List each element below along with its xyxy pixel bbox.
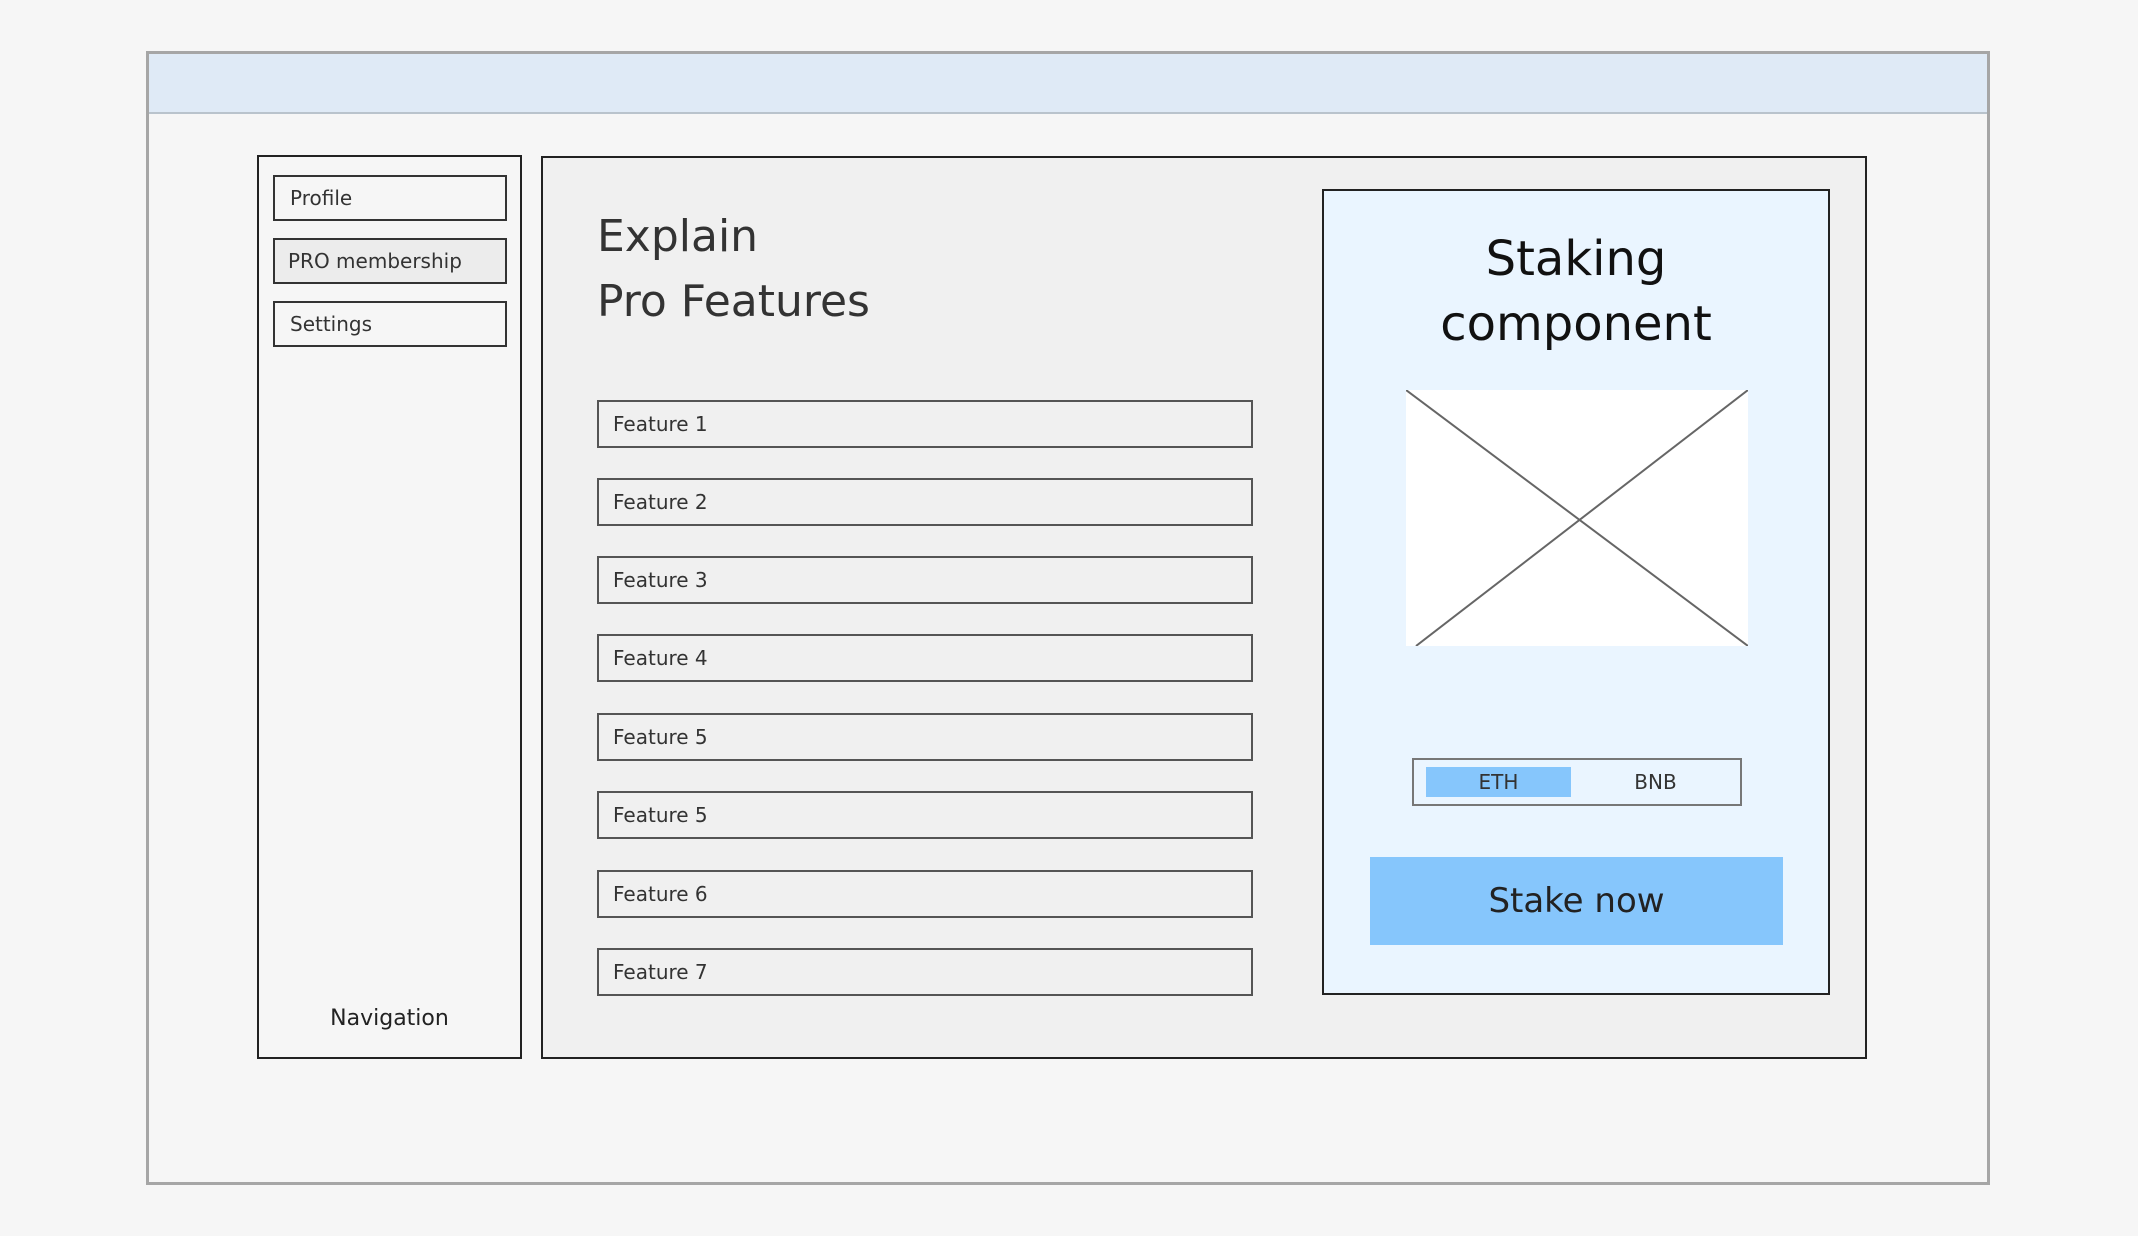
feature-item[interactable]: Feature 5 [597, 791, 1253, 839]
window-titlebar [149, 54, 1987, 114]
image-placeholder-icon [1406, 390, 1748, 646]
feature-item[interactable]: Feature 4 [597, 634, 1253, 682]
sidebar-navigation: Profile PRO membership Settings Navigati… [257, 155, 522, 1059]
token-option-eth[interactable]: ETH [1426, 767, 1571, 797]
page-title: Explain Pro Features [597, 204, 870, 334]
feature-item[interactable]: Feature 1 [597, 400, 1253, 448]
sidebar-item-pro-membership[interactable]: PRO membership [273, 238, 507, 284]
staking-component: Staking component ETH BNB Stake now [1322, 189, 1830, 995]
sidebar-item-settings[interactable]: Settings [273, 301, 507, 347]
token-selector[interactable]: ETH BNB [1412, 758, 1742, 806]
sidebar-caption: Navigation [330, 1006, 449, 1031]
token-option-bnb[interactable]: BNB [1583, 767, 1728, 797]
feature-item[interactable]: Feature 2 [597, 478, 1253, 526]
image-placeholder [1406, 390, 1748, 646]
feature-item[interactable]: Feature 3 [597, 556, 1253, 604]
feature-item[interactable]: Feature 5 [597, 713, 1253, 761]
feature-item[interactable]: Feature 7 [597, 948, 1253, 996]
stake-now-button[interactable]: Stake now [1370, 857, 1783, 945]
feature-item[interactable]: Feature 6 [597, 870, 1253, 918]
staking-title: Staking component [1324, 227, 1828, 357]
page-title-line-2: Pro Features [597, 276, 870, 327]
page-title-line-1: Explain [597, 211, 759, 262]
staking-title-line-1: Staking [1485, 231, 1667, 287]
staking-title-line-2: component [1440, 296, 1712, 352]
sidebar-item-profile[interactable]: Profile [273, 175, 507, 221]
